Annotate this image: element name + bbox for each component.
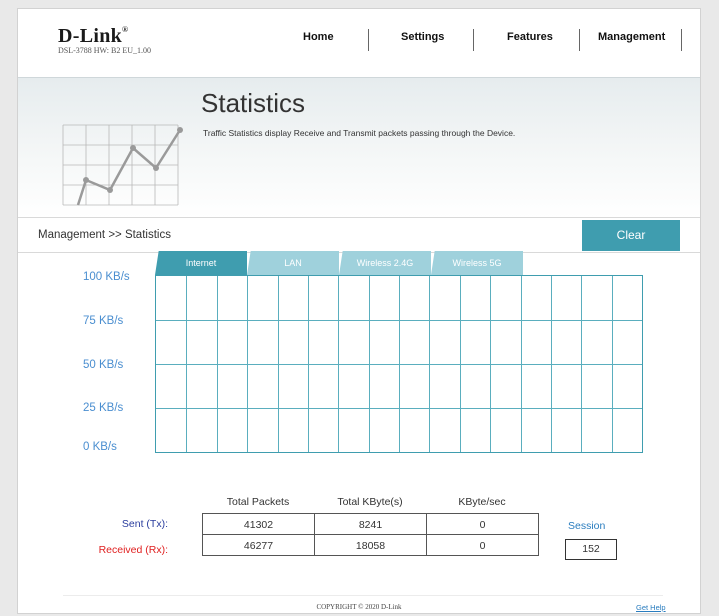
sent-tx-label: Sent (Tx): <box>121 518 168 530</box>
statistics-chart-icon <box>62 124 183 206</box>
received-kbyte-sec: 0 <box>426 534 539 556</box>
session-count: 152 <box>565 539 617 560</box>
sent-kbyte-sec: 0 <box>426 513 539 535</box>
sent-total-kbytes: 8241 <box>314 513 427 535</box>
get-help-link[interactable]: Get Help <box>636 603 666 612</box>
nav-features[interactable]: Features <box>507 31 553 43</box>
tab-lan[interactable]: LAN <box>247 251 339 275</box>
router-admin-page: D-Link® DSL-3788 HW: B2 EU_1.00 Home Set… <box>17 8 701 614</box>
y-axis-label: 25 KB/s <box>83 402 124 414</box>
nav-management[interactable]: Management <box>598 31 665 43</box>
received-total-packets: 46277 <box>202 534 315 556</box>
session-label: Session <box>568 520 606 532</box>
column-header-total-packets: Total Packets <box>226 496 290 508</box>
nav-home[interactable]: Home <box>303 31 334 43</box>
sent-total-packets: 41302 <box>202 513 315 535</box>
page-title: Statistics <box>201 88 306 118</box>
nav-separator <box>368 29 369 51</box>
traffic-graph <box>155 275 643 453</box>
graph-gridline-horizontal <box>156 364 642 365</box>
page-description: Traffic Statistics display Receive and T… <box>203 128 516 138</box>
tab-wireless-5g[interactable]: Wireless 5G <box>431 251 523 275</box>
logo-text: D-Link <box>58 25 123 47</box>
breadcrumb: Management >> Statistics <box>38 229 171 241</box>
received-total-kbytes: 18058 <box>314 534 427 556</box>
nav-settings[interactable]: Settings <box>401 31 444 43</box>
column-header-total-kbytes: Total KByte(s) <box>337 496 403 508</box>
dlink-logo: D-Link® <box>58 25 128 48</box>
nav-separator <box>473 29 474 51</box>
copyright: COPYRIGHT © 2020 D-Link <box>316 603 402 611</box>
registered-mark: ® <box>122 25 129 34</box>
graph-gridline-horizontal <box>156 320 642 321</box>
clear-button[interactable]: Clear <box>582 220 680 251</box>
y-axis-label: 100 KB/s <box>83 271 130 283</box>
y-axis-label: 75 KB/s <box>83 315 124 327</box>
page-banner: Statistics Traffic Statistics display Re… <box>18 77 700 218</box>
y-axis-label: 0 KB/s <box>83 441 117 453</box>
model-info: DSL-3788 HW: B2 EU_1.00 <box>58 46 152 55</box>
nav-separator <box>579 29 580 51</box>
nav-separator <box>681 29 682 51</box>
tab-wireless-2-4g[interactable]: Wireless 2.4G <box>339 251 431 275</box>
tab-internet[interactable]: Internet <box>155 251 247 275</box>
breadcrumb-bar: Management >> Statistics Clear <box>18 217 700 253</box>
footer-divider <box>63 595 663 596</box>
graph-gridline-horizontal <box>156 408 642 409</box>
column-header-kbyte-sec: KByte/sec <box>458 496 506 508</box>
received-rx-label: Received (Rx): <box>98 544 168 556</box>
y-axis-label: 50 KB/s <box>83 359 124 371</box>
